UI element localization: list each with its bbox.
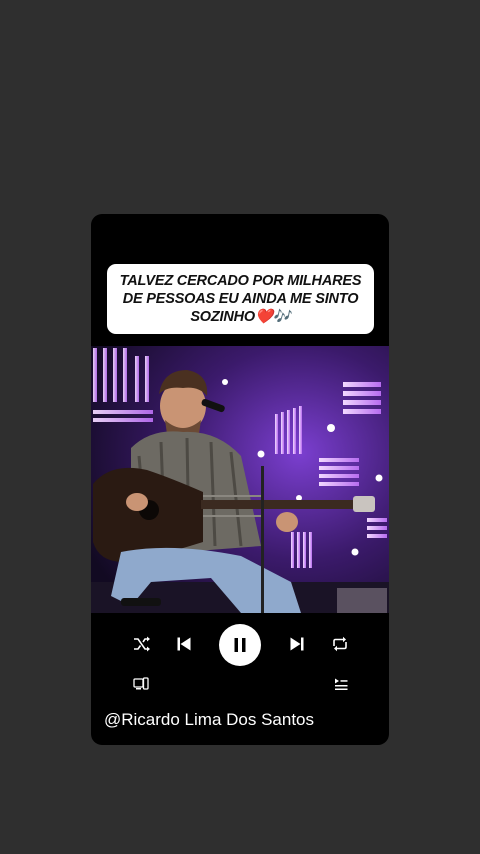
devices-button[interactable] [133,676,149,692]
pause-icon [234,638,246,652]
queue-icon [335,678,348,690]
shuffle-button[interactable] [131,624,153,664]
repeat-icon [333,636,347,652]
pause-button[interactable] [219,624,261,666]
previous-button[interactable] [173,624,195,664]
concert-scene-image [91,346,389,613]
story-card: TALVEZ CERCADO POR MILHARES DE PESSOAS E… [91,214,389,745]
caption-text: TALVEZ CERCADO POR MILHARES DE PESSOAS E… [119,273,362,325]
creator-handle: @Ricardo Lima Dos Santos [104,710,315,729]
next-icon [290,637,304,651]
caption-box: TALVEZ CERCADO POR MILHARES DE PESSOAS E… [107,264,374,334]
video-frame[interactable] [91,346,389,613]
repeat-button[interactable] [329,624,351,664]
shuffle-icon [134,636,150,652]
next-button[interactable] [286,624,308,664]
previous-icon [177,637,191,651]
devices-icon [133,677,149,690]
player-controls [91,624,389,684]
queue-button[interactable] [334,676,348,692]
